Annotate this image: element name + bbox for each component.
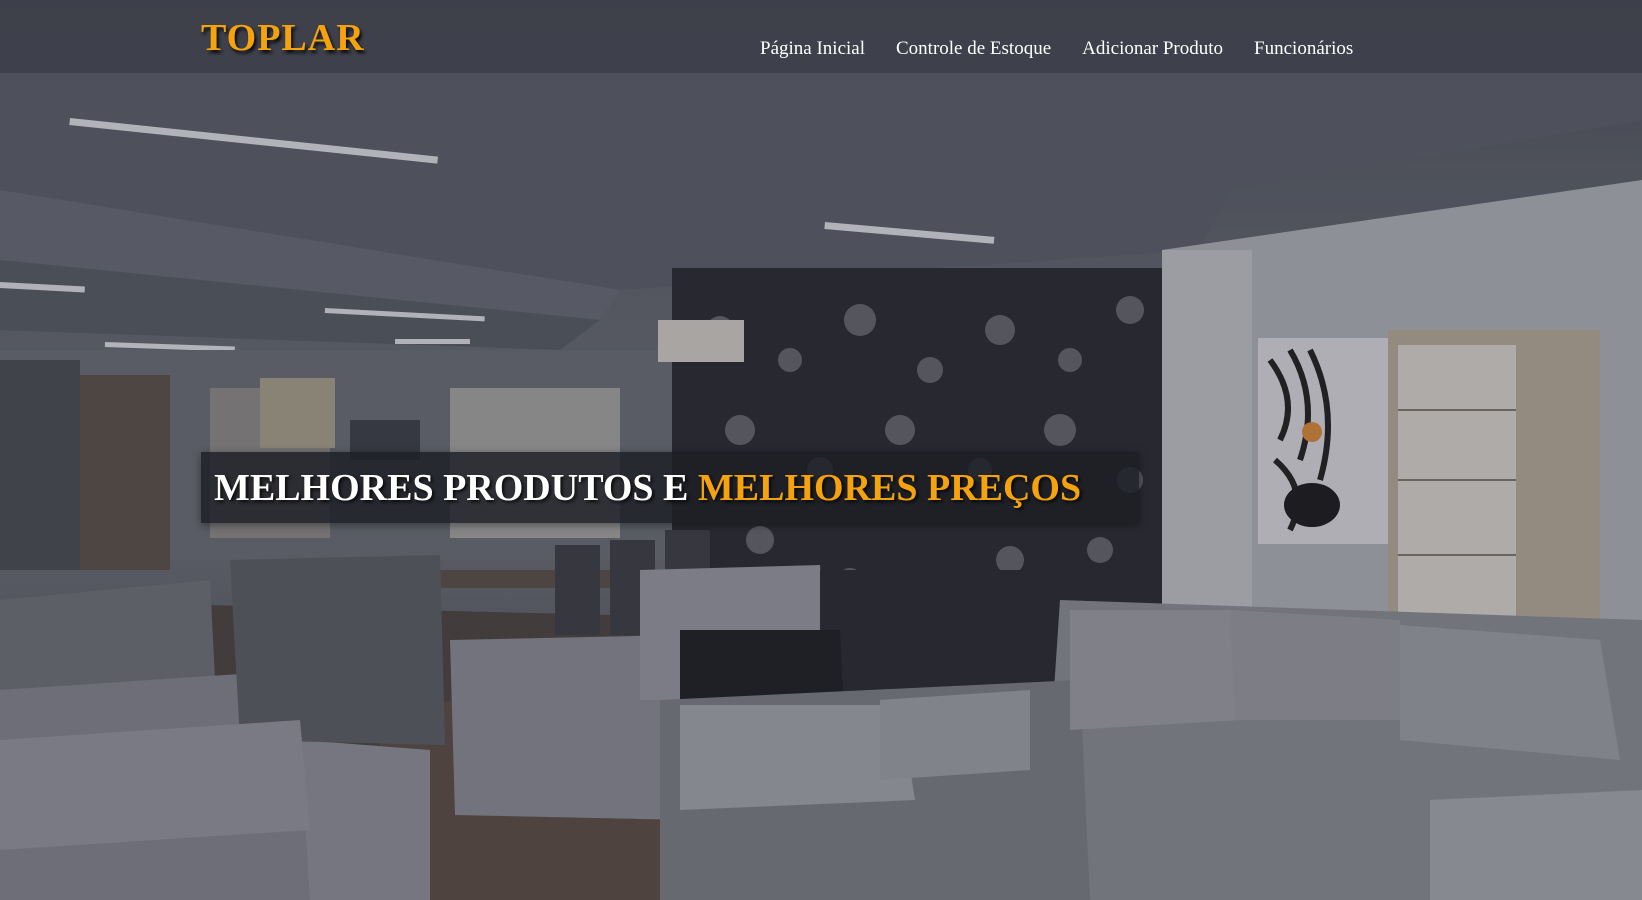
hero-dark-overlay — [0, 0, 1642, 900]
top-navbar: TOPLAR Página Inicial Controle de Estoqu… — [0, 0, 1642, 73]
headline-main-text: MELHORES PRODUTOS E — [214, 466, 698, 509]
hero-background-image — [0, 0, 1642, 900]
nav-link-pagina-inicial[interactable]: Página Inicial — [760, 38, 865, 60]
hero-headline-banner: MELHORES PRODUTOS E MELHORES PREÇOS — [201, 452, 1139, 523]
nav-links: Página Inicial Controle de Estoque Adici… — [760, 38, 1353, 60]
brand-logo-text[interactable]: TOPLAR — [201, 16, 365, 60]
nav-link-adicionar-produto[interactable]: Adicionar Produto — [1082, 38, 1223, 60]
headline-accent-text: MELHORES PREÇOS — [697, 466, 1082, 509]
nav-link-controle-de-estoque[interactable]: Controle de Estoque — [896, 38, 1051, 60]
nav-link-funcionarios[interactable]: Funcionários — [1254, 38, 1353, 60]
hero-headline: MELHORES PRODUTOS E MELHORES PREÇOS — [214, 466, 1081, 510]
